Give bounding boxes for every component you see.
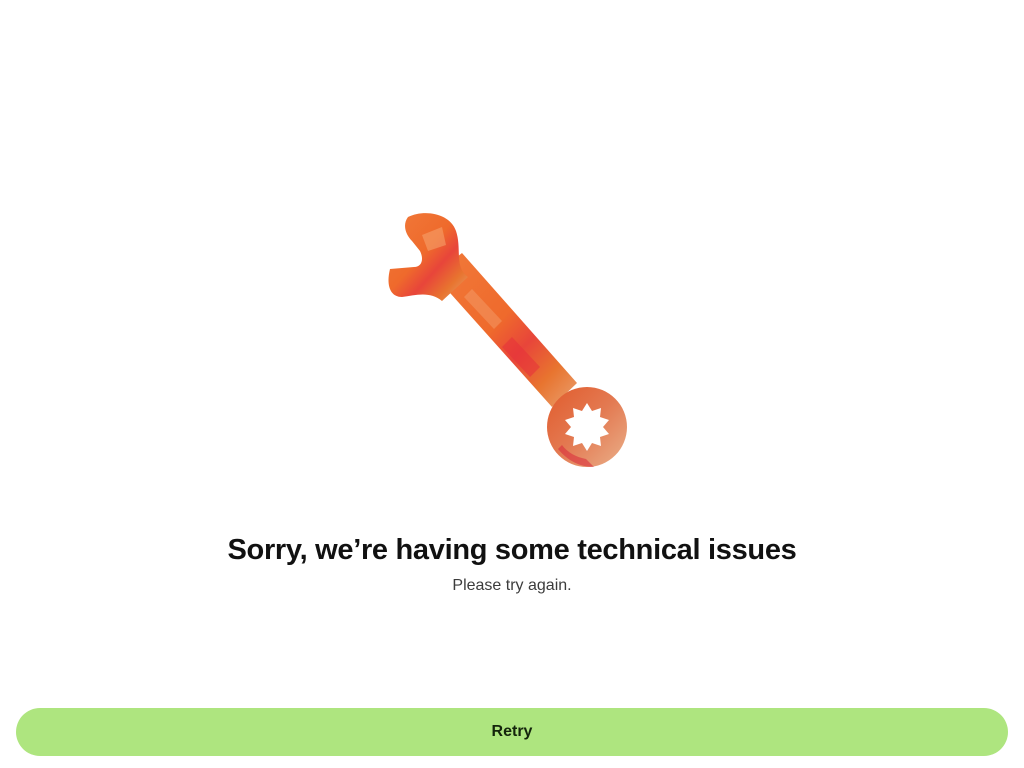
retry-button-label: Retry [491, 723, 533, 740]
error-title: Sorry, we’re having some technical issue… [227, 534, 797, 566]
wrench-icon [372, 205, 642, 485]
error-subtitle: Please try again. [452, 577, 572, 594]
error-screen: Sorry, we’re having some technical issue… [0, 0, 1024, 768]
retry-button[interactable]: Retry [16, 708, 1008, 756]
